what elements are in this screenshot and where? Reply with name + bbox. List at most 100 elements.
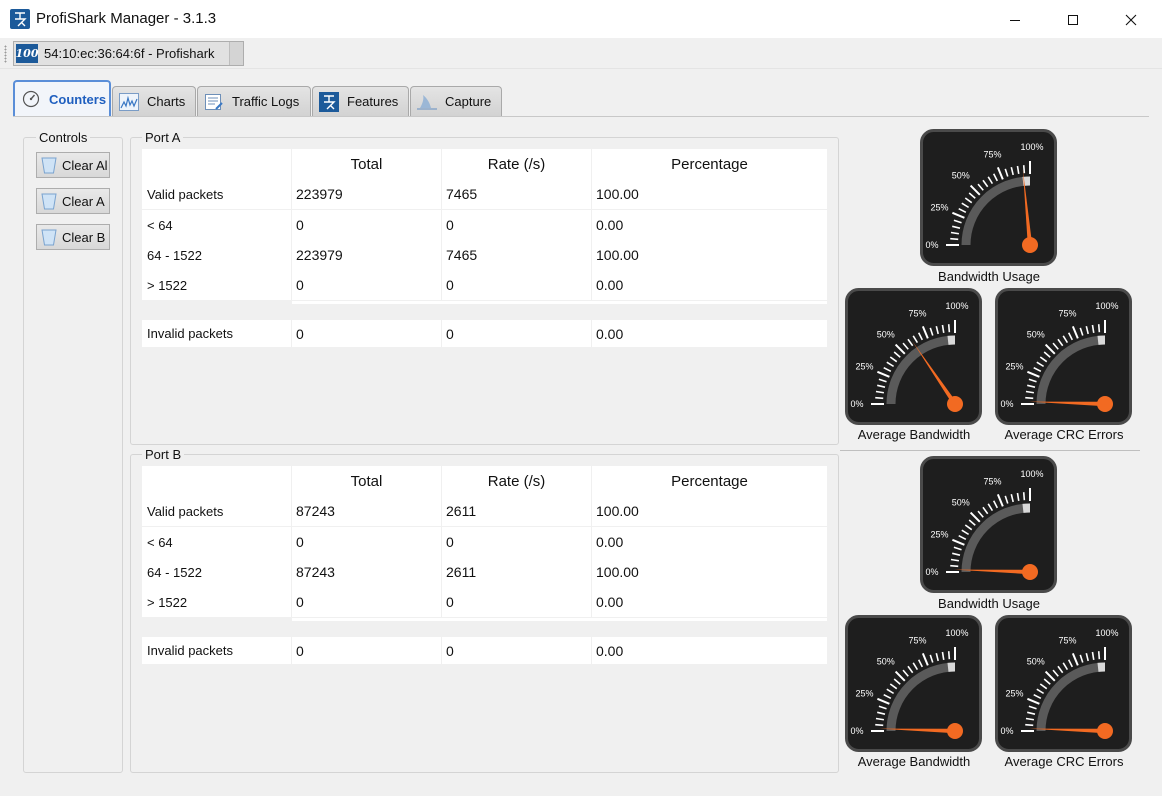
gauge-pivot bbox=[947, 396, 963, 412]
gauge-scale-label: 25% bbox=[930, 529, 948, 539]
gauge-scale-label: 75% bbox=[908, 635, 926, 645]
gauge-pivot bbox=[947, 723, 963, 739]
minimize-button[interactable] bbox=[986, 0, 1044, 39]
gauge-scale-label: 75% bbox=[1058, 308, 1076, 318]
cell-percentage: 0.00 bbox=[592, 320, 827, 347]
cell-percentage: 100.00 bbox=[592, 240, 827, 270]
port-a-average-bandwidth-gauge: 0% 25% 50% 75% 100% bbox=[845, 288, 982, 425]
log-icon bbox=[204, 92, 224, 112]
gauge-scale-label: 100% bbox=[945, 628, 968, 638]
gauge-scale-label: 100% bbox=[1020, 142, 1043, 152]
button-label: Clear Al bbox=[62, 157, 108, 173]
header-rate: Rate (/s) bbox=[442, 149, 591, 179]
cell-rate: 7465 bbox=[442, 240, 591, 270]
tab-label: Counters bbox=[49, 91, 107, 107]
gauge-scale-label: 100% bbox=[1095, 628, 1118, 638]
gauge-pivot bbox=[1097, 396, 1113, 412]
gauge-scale-label: 0% bbox=[1000, 399, 1013, 409]
button-label: Clear B bbox=[62, 229, 106, 245]
gauge-tick bbox=[947, 324, 951, 333]
table-row: < 64 0 0 0.00 bbox=[142, 527, 827, 557]
invalid-row: Invalid packets 0 0 0.00 bbox=[142, 637, 827, 664]
cell-rate: 2611 bbox=[442, 496, 591, 526]
gauge-pivot bbox=[1022, 564, 1038, 580]
gauge-scale-label: 50% bbox=[1027, 330, 1045, 340]
gauge-scale-label: 0% bbox=[850, 726, 863, 736]
shark-fin-icon bbox=[417, 92, 437, 112]
table-row: > 1522 0 0 0.00 bbox=[142, 587, 827, 617]
table-row: Valid packets 223979 7465 100.00 bbox=[142, 179, 827, 209]
maximize-button[interactable] bbox=[1044, 0, 1102, 39]
gauge-scale-label: 50% bbox=[1027, 657, 1045, 667]
clear-a-button[interactable]: Clear A bbox=[36, 188, 110, 214]
row-label: < 64 bbox=[142, 527, 291, 557]
cell-total: 0 bbox=[292, 587, 441, 617]
tab-traffic-logs[interactable]: Traffic Logs bbox=[197, 86, 311, 116]
controls-group: Controls Clear Al Clear A Clear B bbox=[23, 130, 123, 773]
gauge-scale-label: 0% bbox=[925, 240, 938, 250]
gauge-scale-label: 25% bbox=[1005, 361, 1023, 371]
cell-percentage: 100.00 bbox=[592, 557, 827, 587]
port-b-average-crc-errors-gauge: 0% 25% 50% 75% 100% bbox=[995, 615, 1132, 752]
cell-percentage: 100.00 bbox=[592, 179, 827, 209]
cell-total: 87243 bbox=[292, 557, 441, 587]
tab-label: Charts bbox=[147, 94, 186, 109]
tab-features[interactable]: Features bbox=[312, 86, 409, 116]
gauge-tick bbox=[1097, 324, 1101, 333]
row-label: > 1522 bbox=[142, 270, 291, 300]
gauge-tick bbox=[950, 237, 959, 241]
device-toolbar: 100 54:10:ec:36:64:6f - Profishark bbox=[0, 39, 1162, 69]
button-label: Clear A bbox=[62, 193, 105, 209]
gauge-scale-label: 100% bbox=[1095, 301, 1118, 311]
header-percentage: Percentage bbox=[592, 149, 827, 179]
controls-title: Controls bbox=[36, 130, 91, 145]
clear-b-button[interactable]: Clear B bbox=[36, 224, 110, 250]
row-label: > 1522 bbox=[142, 587, 291, 617]
gauge-scale-label: 0% bbox=[1000, 726, 1013, 736]
port-b-group: Port B Total Rate (/s) Percentage Valid … bbox=[130, 447, 839, 773]
cell-total: 0 bbox=[292, 637, 441, 664]
device-speed-badge: 100 bbox=[16, 44, 38, 63]
close-icon bbox=[1125, 14, 1137, 25]
gauge-scale-label: 100% bbox=[945, 301, 968, 311]
port-a-bandwidth-usage-gauge: 0% 25% 50% 75% 100% bbox=[920, 129, 1057, 266]
cell-percentage: 0.00 bbox=[592, 210, 827, 240]
table-row: 64 - 1522 87243 2611 100.00 bbox=[142, 557, 827, 587]
chart-icon bbox=[119, 92, 139, 112]
tab-counters[interactable]: Counters bbox=[13, 80, 111, 116]
gauge-caption: Average Bandwidth bbox=[857, 754, 971, 769]
tab-charts[interactable]: Charts bbox=[112, 86, 196, 116]
tab-label: Features bbox=[347, 94, 399, 109]
port-a-title: Port A bbox=[142, 130, 184, 145]
gauge-scale-label: 50% bbox=[877, 657, 895, 667]
port-b-title: Port B bbox=[142, 447, 185, 462]
tab-capture[interactable]: Capture bbox=[410, 86, 502, 116]
device-tab[interactable]: 100 54:10:ec:36:64:6f - Profishark bbox=[13, 41, 244, 66]
port-b-bandwidth-usage-gauge: 0% 25% 50% 75% 100% bbox=[920, 456, 1057, 593]
gauge-scale-label: 25% bbox=[855, 361, 873, 371]
toolbar-grip[interactable] bbox=[4, 45, 7, 63]
row-label: < 64 bbox=[142, 210, 291, 240]
window-title: ProfiShark Manager - 3.1.3 bbox=[36, 10, 217, 27]
table-row-spacer bbox=[142, 618, 827, 622]
gauge-scale-label: 0% bbox=[925, 567, 938, 577]
gauge-tick bbox=[875, 396, 884, 400]
table-row: < 64 0 0 0.00 bbox=[142, 210, 827, 240]
table-row-spacer bbox=[142, 301, 827, 305]
gauge-caption: Average Bandwidth bbox=[857, 427, 971, 442]
bucket-icon bbox=[41, 157, 57, 174]
row-label: 64 - 1522 bbox=[142, 240, 291, 270]
clear-all-button[interactable]: Clear Al bbox=[36, 152, 110, 178]
row-label: Valid packets bbox=[142, 496, 291, 526]
gauge-pivot bbox=[1097, 723, 1113, 739]
cell-rate: 2611 bbox=[442, 557, 591, 587]
device-label: 54:10:ec:36:64:6f - Profishark bbox=[44, 46, 215, 61]
cell-percentage: 0.00 bbox=[592, 270, 827, 300]
table-header-row: Total Rate (/s) Percentage bbox=[142, 466, 827, 496]
gauge-divider bbox=[840, 450, 1140, 451]
row-label: Invalid packets bbox=[142, 320, 291, 347]
header-rate: Rate (/s) bbox=[442, 466, 591, 496]
close-button[interactable] bbox=[1102, 0, 1160, 39]
gauge-scale-label: 0% bbox=[850, 399, 863, 409]
gauge-scale-label: 50% bbox=[952, 171, 970, 181]
